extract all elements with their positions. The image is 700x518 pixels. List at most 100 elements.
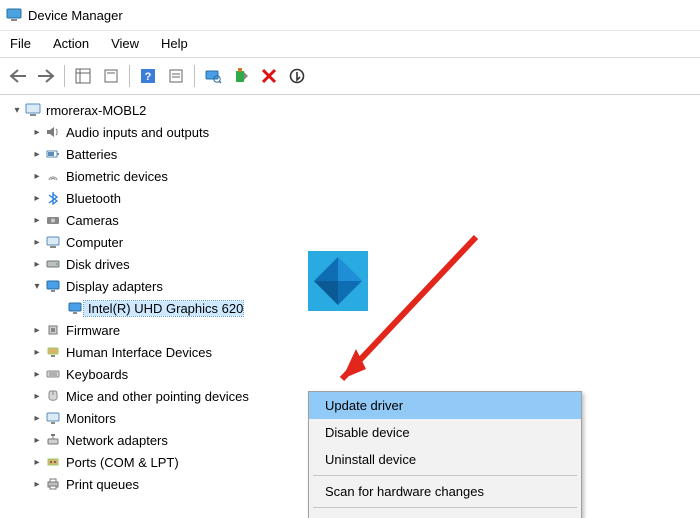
display-adapter-icon [66, 300, 84, 316]
bluetooth-icon [44, 190, 62, 206]
port-icon [44, 454, 62, 470]
menu-bar: File Action View Help [0, 31, 700, 58]
chevron-right-icon[interactable]: ▸ [30, 259, 44, 270]
tree-node-firmware[interactable]: ▸ Firmware [2, 319, 700, 341]
disk-icon [44, 256, 62, 272]
printer-icon [44, 476, 62, 492]
ctx-item-label: Disable device [325, 425, 410, 440]
chevron-right-icon[interactable]: ▸ [30, 413, 44, 424]
tree-root[interactable]: ▾ rmorerax-MOBL2 [2, 99, 700, 121]
tree-node-label: Cameras [62, 213, 119, 228]
separator [64, 65, 65, 87]
ctx-item-label: Update driver [325, 398, 403, 413]
tree-node-label: Ports (COM & LPT) [62, 455, 179, 470]
context-menu: Update driver Disable device Uninstall d… [308, 391, 582, 518]
tree-node-cameras[interactable]: ▸ Cameras [2, 209, 700, 231]
chip-icon [44, 322, 62, 338]
tree-node-label: Bluetooth [62, 191, 121, 206]
chevron-right-icon[interactable]: ▸ [30, 149, 44, 160]
menu-action[interactable]: Action [51, 34, 91, 53]
ctx-item-label: Uninstall device [325, 452, 416, 467]
tree-node-label: Human Interface Devices [62, 345, 212, 360]
chevron-right-icon[interactable]: ▸ [30, 479, 44, 490]
mouse-icon [44, 388, 62, 404]
window-title: Device Manager [28, 8, 123, 23]
battery-icon [44, 146, 62, 162]
tree-node-label: Monitors [62, 411, 116, 426]
separator [313, 475, 577, 476]
tree-node-label: Computer [62, 235, 123, 250]
svg-text:?: ? [145, 71, 152, 83]
menu-view[interactable]: View [109, 34, 141, 53]
disable-button[interactable] [285, 64, 309, 88]
ctx-item-label: Scan for hardware changes [325, 484, 484, 499]
back-button[interactable] [6, 64, 30, 88]
tree-node-biometric[interactable]: ▸ Biometric devices [2, 165, 700, 187]
hid-icon [44, 344, 62, 360]
tree-node-label: Mice and other pointing devices [62, 389, 249, 404]
camera-icon [44, 212, 62, 228]
toolbar: ? [0, 58, 700, 95]
speaker-icon [44, 124, 62, 140]
tree-node-audio[interactable]: ▸ Audio inputs and outputs [2, 121, 700, 143]
update-driver-button[interactable] [229, 64, 253, 88]
chevron-down-icon[interactable]: ▾ [10, 105, 24, 116]
chevron-right-icon[interactable]: ▸ [30, 325, 44, 336]
scan-hardware-button[interactable] [201, 64, 225, 88]
chevron-right-icon[interactable]: ▸ [30, 127, 44, 138]
keyboard-icon [44, 366, 62, 382]
device-tree[interactable]: ▾ rmorerax-MOBL2 ▸ Audio inputs and outp… [0, 95, 700, 495]
tree-node-hid[interactable]: ▸ Human Interface Devices [2, 341, 700, 363]
menu-file[interactable]: File [8, 34, 33, 53]
chevron-right-icon[interactable]: ▸ [30, 237, 44, 248]
tree-node-label: Network adapters [62, 433, 168, 448]
forward-button[interactable] [34, 64, 58, 88]
tree-node-label: Print queues [62, 477, 139, 492]
monitor-icon [44, 410, 62, 426]
chevron-right-icon[interactable]: ▸ [30, 347, 44, 358]
tree-node-label: Audio inputs and outputs [62, 125, 209, 140]
computer-icon [44, 234, 62, 250]
tree-node-disks[interactable]: ▸ Disk drives [2, 253, 700, 275]
menu-help[interactable]: Help [159, 34, 190, 53]
ctx-scan-hardware[interactable]: Scan for hardware changes [309, 478, 581, 505]
display-adapter-icon [44, 278, 62, 294]
network-icon [44, 432, 62, 448]
chevron-right-icon[interactable]: ▸ [30, 391, 44, 402]
chevron-right-icon[interactable]: ▸ [30, 457, 44, 468]
ctx-properties[interactable]: Properties [309, 510, 581, 518]
tree-node-bluetooth[interactable]: ▸ Bluetooth [2, 187, 700, 209]
action-sheet-button[interactable] [164, 64, 188, 88]
chevron-right-icon[interactable]: ▸ [30, 171, 44, 182]
chevron-right-icon[interactable]: ▸ [30, 193, 44, 204]
computer-icon [24, 102, 42, 118]
tree-node-keyboards[interactable]: ▸ Keyboards [2, 363, 700, 385]
tree-node-label: Display adapters [62, 279, 163, 294]
tree-node-label: Disk drives [62, 257, 130, 272]
chevron-right-icon[interactable]: ▸ [30, 369, 44, 380]
help-button[interactable]: ? [136, 64, 160, 88]
properties-button[interactable] [99, 64, 123, 88]
tree-node-label: Firmware [62, 323, 120, 338]
uninstall-button[interactable] [257, 64, 281, 88]
devmgr-icon [6, 7, 22, 23]
tree-node-batteries[interactable]: ▸ Batteries [2, 143, 700, 165]
separator [194, 65, 195, 87]
tree-node-display[interactable]: ▾ Display adapters [2, 275, 700, 297]
ctx-update-driver[interactable]: Update driver [309, 392, 581, 419]
ctx-disable-device[interactable]: Disable device [309, 419, 581, 446]
tree-node-computer[interactable]: ▸ Computer [2, 231, 700, 253]
chevron-down-icon[interactable]: ▾ [30, 281, 44, 292]
title-bar: Device Manager [0, 0, 700, 31]
separator [129, 65, 130, 87]
tree-leaf-label: Intel(R) UHD Graphics 620 [84, 301, 243, 316]
chevron-right-icon[interactable]: ▸ [30, 435, 44, 446]
fingerprint-icon [44, 168, 62, 184]
chevron-right-icon[interactable]: ▸ [30, 215, 44, 226]
tree-node-label: Batteries [62, 147, 117, 162]
show-hide-tree-button[interactable] [71, 64, 95, 88]
tree-node-label: Biometric devices [62, 169, 168, 184]
tree-node-label: Keyboards [62, 367, 128, 382]
ctx-uninstall-device[interactable]: Uninstall device [309, 446, 581, 473]
tree-leaf-intel-uhd[interactable]: Intel(R) UHD Graphics 620 [2, 297, 700, 319]
